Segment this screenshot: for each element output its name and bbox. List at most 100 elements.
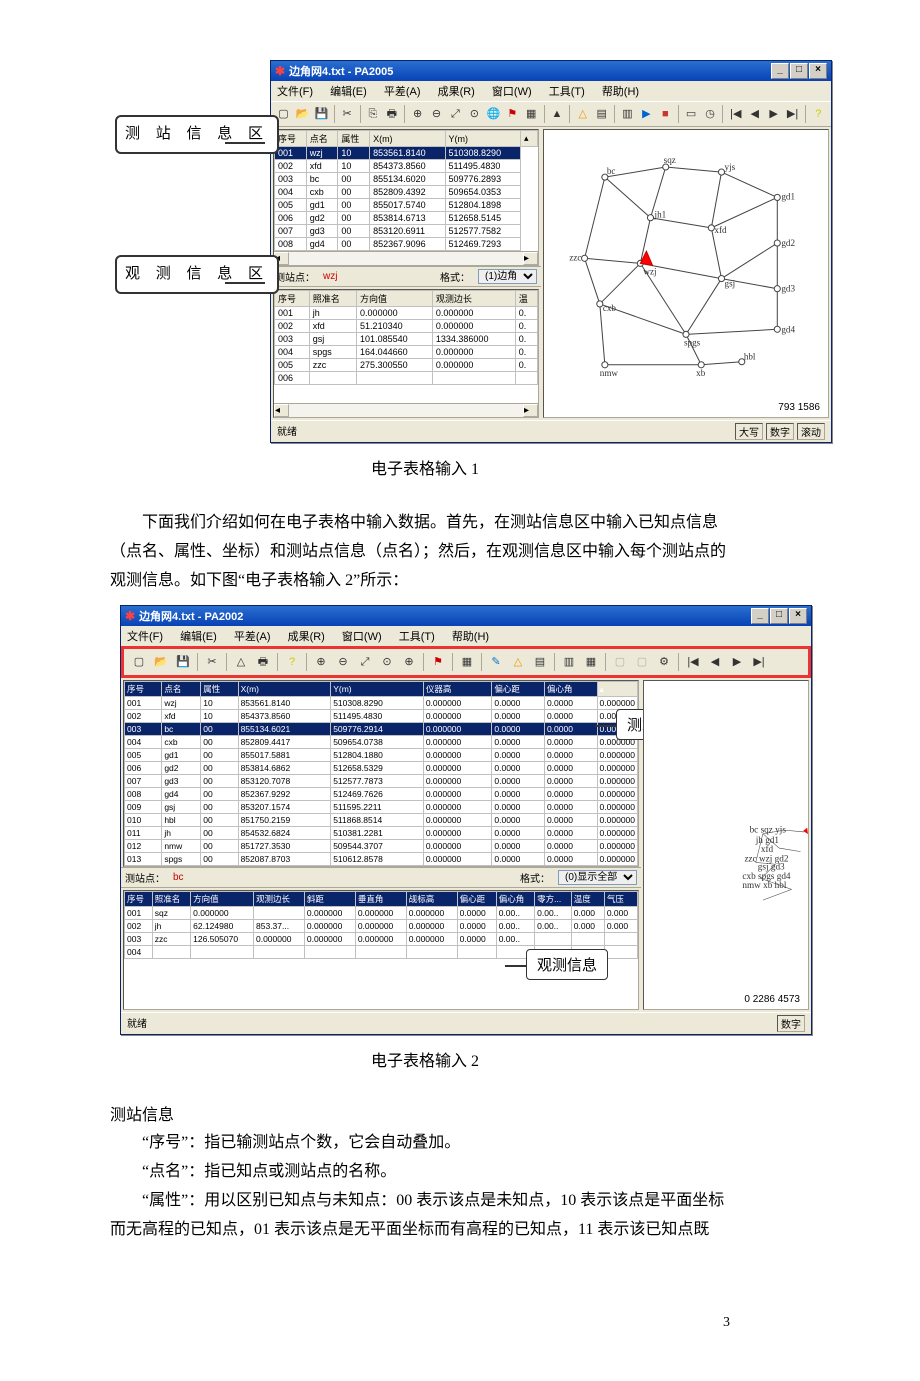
table-row[interactable]: 008gd400852367.9292512469.76260.0000000.… (125, 788, 638, 801)
clock-icon[interactable]: ◷ (702, 104, 719, 124)
help-icon[interactable]: ? (810, 104, 827, 124)
zoom-in-icon[interactable]: ⊕ (311, 652, 331, 672)
table-row[interactable]: 005gd100855017.5740512804.1898 (275, 199, 538, 212)
blank-icon[interactable]: ▭ (683, 104, 700, 124)
table-row[interactable]: 002xfd10854373.8560511495.4830 (275, 160, 538, 173)
table-row[interactable]: 001jh0.0000000.0000000. (275, 307, 538, 320)
hscroll2[interactable]: ◂▸ (274, 403, 538, 417)
table-row[interactable]: 003bc00855134.6020509776.2893 (275, 173, 538, 186)
station-table[interactable]: 序号 点名 属性 X(m) Y(m) ▴ 001wzj10853561.8140… (274, 130, 538, 251)
zoom-out-icon[interactable]: ⊖ (428, 104, 445, 124)
table-row[interactable]: 006 (275, 372, 538, 385)
table-row[interactable]: 011jh00854532.6824510381.22810.0000000.0… (125, 827, 638, 840)
menu-window[interactable]: 窗口(W) (492, 86, 532, 98)
table-row[interactable]: 004cxb00852809.4417509654.07380.0000000.… (125, 736, 638, 749)
table-row[interactable]: 001sqz0.0000000.0000000.0000000.0000000.… (125, 907, 638, 920)
compass-icon[interactable]: ✂ (339, 104, 356, 124)
table-row[interactable]: 012nmw00851727.3530509544.37070.0000000.… (125, 840, 638, 853)
zoom-fit-icon[interactable]: ⊕ (399, 652, 419, 672)
table-row[interactable]: 006gd200853814.6862512658.53290.0000000.… (125, 762, 638, 775)
next-icon[interactable]: ▶ (727, 652, 747, 672)
table-row[interactable]: 006gd200853814.6713512658.5145 (275, 212, 538, 225)
copy-icon[interactable]: ⎘ (364, 104, 381, 124)
zoom-out-icon[interactable]: ⊖ (333, 652, 353, 672)
export-icon[interactable]: ▥ (559, 652, 579, 672)
warn-icon[interactable]: △ (574, 104, 591, 124)
table-row[interactable]: 007gd300853120.7078512577.78730.0000000.… (125, 775, 638, 788)
open-icon[interactable]: 📂 (151, 652, 171, 672)
format-select-2[interactable]: (0)显示全部 (558, 870, 637, 885)
export-icon[interactable]: ▥ (619, 104, 636, 124)
menu-result[interactable]: 成果(R) (438, 86, 475, 98)
flag-icon[interactable]: ⚑ (428, 652, 448, 672)
settings-icon[interactable]: ⚙ (654, 652, 674, 672)
menubar[interactable]: 文件(F) 编辑(E) 平差(A) 成果(R) 窗口(W) 工具(T) 帮助(H… (271, 81, 831, 101)
table-row[interactable]: 003gsj101.0855401334.3860000. (275, 333, 538, 346)
scroll-up-icon[interactable]: ▴ (521, 131, 538, 147)
network-view[interactable]: bc sqz yjs jh1 xfd gd1 zzc wzj gsj gd2 c… (543, 129, 829, 418)
save-icon[interactable]: 💾 (313, 104, 330, 124)
last-icon[interactable]: ▶| (784, 104, 801, 124)
table-row[interactable]: 002xfd10854373.8560511495.48300.0000000.… (125, 710, 638, 723)
table-row[interactable]: 005gd100855017.5881512804.18800.0000000.… (125, 749, 638, 762)
maximize-button[interactable]: □ (770, 608, 788, 624)
hscroll[interactable]: ◂▸ (274, 251, 538, 265)
observe-table[interactable]: 序号 照准名 方向值 观测边长 温 001jh0.0000000.0000000… (274, 290, 538, 385)
titlebar[interactable]: ✱ 边角网4.txt - PA2005 _ □ × (271, 61, 831, 81)
warn-icon[interactable]: △ (231, 652, 251, 672)
table-row[interactable]: 004cxb00852809.4392509654.0353 (275, 186, 538, 199)
menu-adjust[interactable]: 平差(A) (384, 86, 421, 98)
menu-tool[interactable]: 工具(T) (549, 86, 585, 98)
network-view-2[interactable]: bc sqz yjs jh gd1 xfd zzc wzj gd2 gsj gd… (643, 680, 809, 1010)
table-row[interactable]: 008gd400852367.9096512469.7293 (275, 238, 538, 251)
refresh-icon[interactable]: ⊙ (377, 652, 397, 672)
table-row[interactable]: 010hbl00851750.2159511868.85140.0000000.… (125, 814, 638, 827)
menu-edit[interactable]: 编辑(E) (330, 86, 367, 98)
layer-icon[interactable]: ▤ (593, 104, 610, 124)
prev-icon[interactable]: ◀ (746, 104, 763, 124)
grid-icon[interactable]: ▦ (523, 104, 540, 124)
format-select[interactable]: (1)边角 (478, 269, 537, 284)
station-table-2[interactable]: 序号 点名 属性 X(m) Y(m) 仪器高 偏心距 偏心角 ▴ 001wzj1… (124, 681, 638, 866)
refresh-icon[interactable]: ⊙ (466, 104, 483, 124)
table-row[interactable]: 005zzc275.3005500.0000000. (275, 359, 538, 372)
table-row[interactable]: 007gd300853120.6911512577.7582 (275, 225, 538, 238)
first-icon[interactable]: |◀ (683, 652, 703, 672)
table-row[interactable]: 003bc00855134.6021509776.29140.0000000.0… (125, 723, 638, 736)
table-row[interactable]: 001wzj10853561.8140510308.82900.0000000.… (125, 697, 638, 710)
table-row[interactable]: 009gsj00853207.1574511595.22110.0000000.… (125, 801, 638, 814)
table-row[interactable]: 013spgs00852087.8703510612.85780.0000000… (125, 853, 638, 866)
save-icon[interactable]: 💾 (173, 652, 193, 672)
print-icon[interactable]: 🖶 (383, 104, 400, 124)
table-row[interactable]: 001wzj10853561.8140510308.8290 (275, 147, 538, 160)
next-icon[interactable]: ▶ (765, 104, 782, 124)
globe-icon[interactable]: 🌐 (485, 104, 502, 124)
menu-file[interactable]: 文件(F) (277, 86, 313, 98)
minimize-button[interactable]: _ (751, 608, 769, 624)
open-icon[interactable]: 📂 (294, 104, 311, 124)
grid-icon[interactable]: ▦ (457, 652, 477, 672)
close-button[interactable]: × (789, 608, 807, 624)
table-row[interactable]: 003zzc126.5050700.0000000.0000000.000000… (125, 933, 638, 946)
maximize-button[interactable]: □ (790, 63, 808, 79)
titlebar-2[interactable]: ✱ 边角网4.txt - PA2002 _ □ × (121, 606, 811, 626)
tri-icon[interactable]: ▲ (549, 104, 566, 124)
table-row[interactable]: 002jh62.124980853.37...0.0000000.0000000… (125, 920, 638, 933)
scroll-up-icon[interactable]: ▴ (597, 682, 637, 697)
menubar-2[interactable]: 文件(F) 编辑(E) 平差(A) 成果(R) 窗口(W) 工具(T) 帮助(H… (121, 626, 811, 646)
menu-help[interactable]: 帮助(H) (602, 86, 639, 98)
help-icon[interactable]: ? (282, 652, 302, 672)
play-icon[interactable]: ▶ (638, 104, 655, 124)
zoom-in-icon[interactable]: ⊕ (409, 104, 426, 124)
calc-icon[interactable]: ✎ (486, 652, 506, 672)
zoom-win-icon[interactable]: ⤢ (355, 652, 375, 672)
stop-icon[interactable]: ■ (657, 104, 674, 124)
minimize-button[interactable]: _ (771, 63, 789, 79)
tri-icon[interactable]: △ (508, 652, 528, 672)
layer-icon[interactable]: ▤ (530, 652, 550, 672)
flag-icon[interactable]: ⚑ (504, 104, 521, 124)
first-icon[interactable]: |◀ (727, 104, 744, 124)
table-row[interactable]: 002xfd51.2103400.0000000. (275, 320, 538, 333)
print-icon[interactable]: 🖶 (253, 652, 273, 672)
compass-icon[interactable]: ✂ (202, 652, 222, 672)
